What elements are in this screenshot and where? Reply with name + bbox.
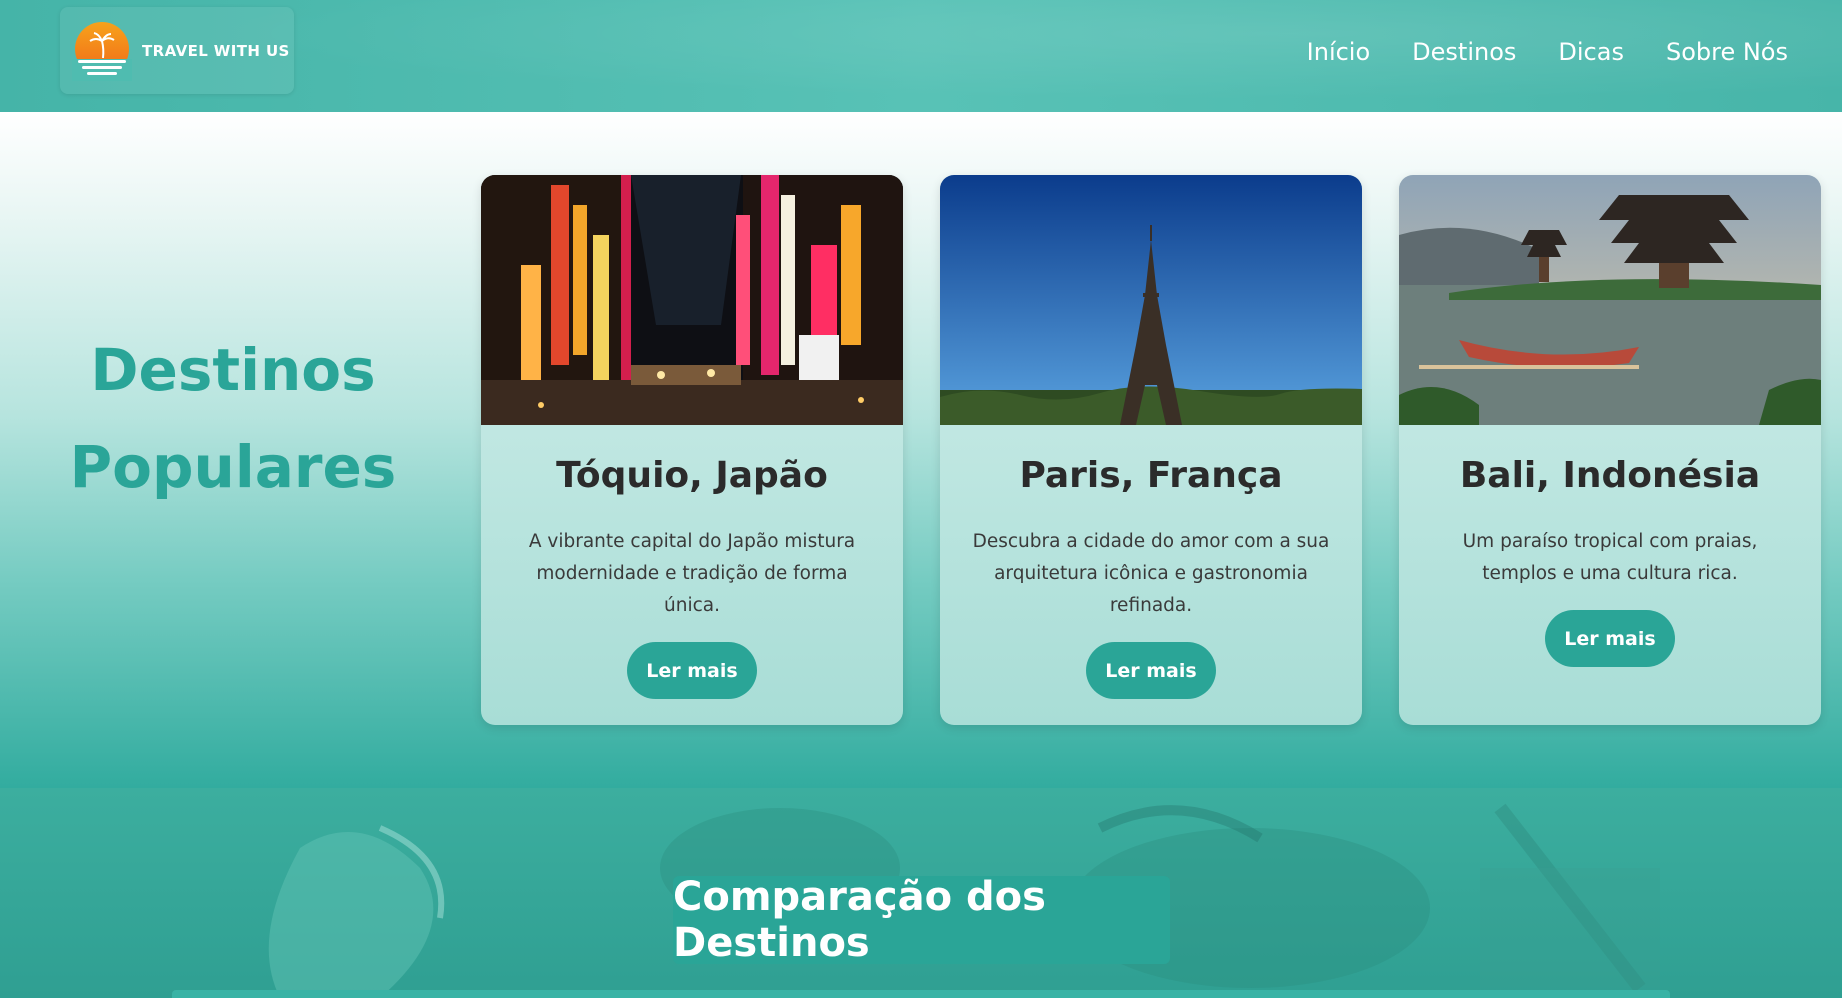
- main-nav: Início Destinos Dicas Sobre Nós: [1307, 38, 1788, 66]
- comparison-table-top: [172, 990, 1670, 998]
- card-title: Paris, França: [1019, 455, 1283, 496]
- card-description: Descubra a cidade do amor com a sua arqu…: [972, 531, 1330, 616]
- destination-card-bali: Bali, Indonésia Um paraíso tropical com …: [1399, 175, 1821, 725]
- destination-card-paris: Paris, França Descubra a cidade do amor …: [940, 175, 1362, 725]
- card-description: A vibrante capital do Japão mistura mode…: [528, 531, 856, 616]
- card-description: Um paraíso tropical com praias, templos …: [1462, 531, 1758, 584]
- comparison-section: Comparação dos Destinos: [0, 788, 1842, 998]
- site-header: TRAVEL WITH US Início Destinos Dicas Sob…: [0, 0, 1842, 112]
- destination-card-tokyo: Tóquio, Japão A vibrante capital do Japã…: [481, 175, 903, 725]
- logo[interactable]: TRAVEL WITH US: [60, 7, 294, 94]
- read-more-button[interactable]: Ler mais: [627, 642, 757, 699]
- comparison-title: Comparação dos Destinos: [673, 874, 1170, 966]
- popular-destinations-section: Destinos Populares Tóquio, Japão A vibra…: [0, 112, 1842, 788]
- logo-text: TRAVEL WITH US: [142, 41, 290, 60]
- card-title: Tóquio, Japão: [556, 455, 828, 496]
- nav-item-destinos[interactable]: Destinos: [1412, 38, 1516, 66]
- eiffel-tower-image: [940, 175, 1362, 425]
- sunset-palm-logo-icon: [72, 21, 132, 81]
- bali-temple-image: [1399, 175, 1821, 425]
- tokyo-street-image: [481, 175, 903, 425]
- section-title-line2: Populares: [69, 433, 397, 501]
- nav-item-inicio[interactable]: Início: [1307, 38, 1371, 66]
- read-more-button[interactable]: Ler mais: [1086, 642, 1216, 699]
- read-more-button[interactable]: Ler mais: [1545, 610, 1675, 667]
- nav-item-sobre-nos[interactable]: Sobre Nós: [1666, 38, 1788, 66]
- card-title: Bali, Indonésia: [1459, 455, 1761, 496]
- nav-item-dicas[interactable]: Dicas: [1558, 38, 1624, 66]
- section-title-line1: Destinos: [90, 336, 376, 404]
- section-title: Destinos Populares: [0, 322, 466, 516]
